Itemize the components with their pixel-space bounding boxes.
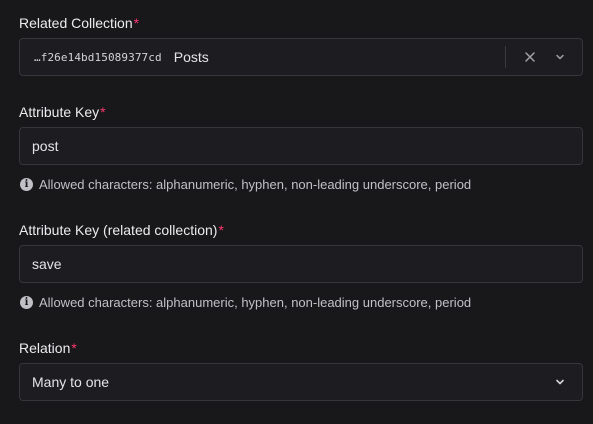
related-attribute-key-label: Attribute Key (related collection)* <box>19 222 224 238</box>
relationship-form: Related Collection* …f26e14bd15089377cd … <box>0 0 593 424</box>
chevron-down-icon[interactable] <box>546 43 574 71</box>
required-mark: * <box>133 15 140 31</box>
relation-label: Relation* <box>19 340 77 356</box>
relation-select[interactable]: Many to one <box>19 363 583 401</box>
attribute-key-value: post <box>32 138 59 154</box>
related-collection-select[interactable]: …f26e14bd15089377cd Posts <box>19 38 583 76</box>
collection-id: …f26e14bd15089377cd <box>34 50 162 64</box>
required-mark: * <box>71 340 77 356</box>
related-collection-label-text: Related Collection <box>19 15 133 31</box>
collection-name: Posts <box>173 49 209 65</box>
attribute-key-label-text: Attribute Key <box>19 104 100 120</box>
related-collection-label: Related Collection* <box>19 15 139 31</box>
attribute-key-label: Attribute Key* <box>19 104 106 120</box>
attribute-key-hint: i Allowed characters: alphanumeric, hyph… <box>20 177 471 192</box>
info-icon: i <box>20 178 33 191</box>
required-mark: * <box>100 104 106 120</box>
related-attribute-key-hint-text: Allowed characters: alphanumeric, hyphen… <box>39 295 472 310</box>
related-attribute-key-value: save <box>32 256 62 272</box>
attribute-key-input[interactable]: post <box>19 127 583 165</box>
chevron-down-icon[interactable] <box>546 368 574 396</box>
related-attribute-key-label-text: Attribute Key (related collection) <box>19 222 218 238</box>
related-attribute-key-input[interactable]: save <box>19 245 583 283</box>
related-attribute-key-hint: i Allowed characters: alphanumeric, hyph… <box>20 295 471 310</box>
divider <box>505 46 506 68</box>
attribute-key-hint-text: Allowed characters: alphanumeric, hyphen… <box>39 177 472 192</box>
required-mark: * <box>218 222 224 238</box>
relation-selected-value: Many to one <box>32 374 110 390</box>
info-icon: i <box>20 296 33 309</box>
relation-label-text: Relation <box>19 340 71 356</box>
close-icon[interactable] <box>516 43 544 71</box>
